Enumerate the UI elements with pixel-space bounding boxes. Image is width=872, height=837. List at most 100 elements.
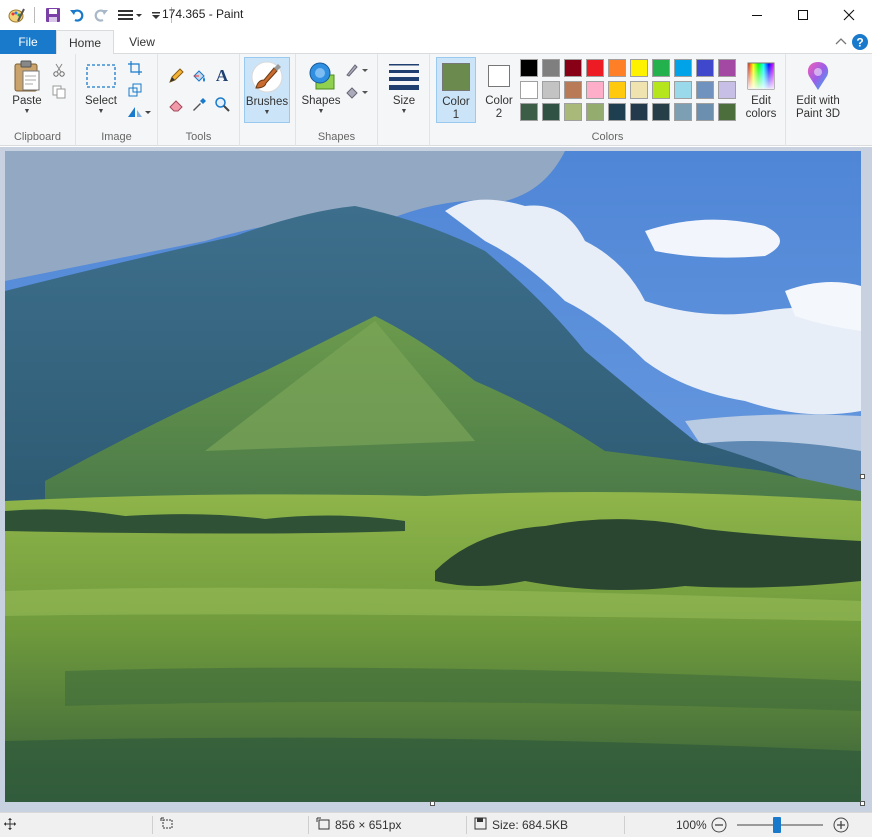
crop-icon[interactable]	[125, 58, 145, 78]
color2-label-2: 2	[495, 108, 503, 120]
drawing-canvas[interactable]	[5, 151, 861, 802]
palette-swatch[interactable]	[586, 59, 604, 77]
cursor-position	[4, 813, 16, 837]
pencil-icon[interactable]	[166, 66, 186, 86]
color2-button[interactable]: Color 2	[480, 57, 518, 123]
resize-icon[interactable]	[125, 80, 145, 100]
chevron-down-icon: ▼	[263, 109, 271, 116]
cut-icon[interactable]	[49, 60, 69, 80]
palette-swatch[interactable]	[520, 103, 538, 121]
palette-swatch[interactable]	[718, 103, 736, 121]
redo-icon[interactable]	[91, 5, 111, 25]
palette-swatch[interactable]	[652, 103, 670, 121]
tab-home[interactable]: Home	[56, 30, 114, 55]
color1-swatch	[442, 63, 470, 91]
palette-swatch[interactable]	[520, 81, 538, 99]
palette-swatch[interactable]	[696, 59, 714, 77]
palette-swatch[interactable]	[564, 81, 582, 99]
copy-icon[interactable]	[49, 82, 69, 102]
save-icon[interactable]	[43, 5, 63, 25]
svg-text:?: ?	[856, 36, 863, 50]
palette-swatch[interactable]	[652, 59, 670, 77]
palette-swatch[interactable]	[674, 81, 692, 99]
minimize-button[interactable]	[734, 0, 780, 30]
qat-dropdown-icon[interactable]	[149, 5, 163, 25]
resize-handle-bottom[interactable]	[430, 801, 435, 806]
palette-swatch[interactable]	[674, 103, 692, 121]
zoom-out-button[interactable]	[711, 813, 727, 837]
eraser-icon[interactable]	[166, 94, 186, 114]
palette-swatch[interactable]	[586, 103, 604, 121]
customize-toolbar-icon[interactable]	[115, 5, 145, 25]
select-icon	[85, 57, 117, 95]
tab-view[interactable]: View	[116, 30, 168, 54]
select-button[interactable]: Select ▼	[82, 57, 120, 116]
palette-swatch[interactable]	[674, 59, 692, 77]
palette-swatch[interactable]	[630, 81, 648, 99]
chevron-down-icon: ▼	[23, 108, 31, 115]
color-picker-icon[interactable]	[189, 94, 209, 114]
color-spectrum-icon	[746, 57, 776, 95]
window-controls	[734, 0, 872, 30]
palette-swatch[interactable]	[520, 59, 538, 77]
palette-swatch[interactable]	[608, 103, 626, 121]
fill-icon[interactable]	[344, 82, 370, 102]
palette-swatch[interactable]	[630, 59, 648, 77]
palette-swatch[interactable]	[542, 59, 560, 77]
shapes-label: Shapes	[301, 95, 341, 107]
palette-swatch[interactable]	[586, 81, 604, 99]
palette-swatch[interactable]	[564, 59, 582, 77]
palette-swatch[interactable]	[608, 81, 626, 99]
color2-label-1: Color	[485, 95, 513, 107]
rotate-icon[interactable]	[125, 102, 153, 122]
chevron-down-icon: ▼	[400, 108, 408, 115]
resize-handle-right[interactable]	[860, 474, 865, 479]
paint-app-icon[interactable]	[6, 5, 26, 25]
zoom-level: 100%	[676, 813, 707, 837]
image-dimensions: 856 × 651px	[316, 813, 401, 837]
undo-icon[interactable]	[67, 5, 87, 25]
color1-label-1: Color	[442, 96, 470, 108]
color1-button[interactable]: Color 1	[436, 57, 476, 123]
outline-icon[interactable]	[344, 60, 370, 80]
workspace	[0, 147, 872, 812]
color1-preview	[442, 58, 470, 96]
help-icon[interactable]: ?	[851, 33, 869, 51]
brush-icon	[250, 58, 284, 96]
edit-colors-button[interactable]: Edit colors	[740, 57, 782, 121]
move-cursor-icon	[4, 817, 16, 833]
selection-size	[160, 813, 174, 837]
palette-swatch[interactable]	[696, 103, 714, 121]
palette-swatch[interactable]	[696, 81, 714, 99]
shapes-button[interactable]: Shapes ▼	[300, 57, 342, 116]
fill-bucket-icon[interactable]	[189, 66, 209, 86]
group-brushes: Brushes ▼	[240, 54, 296, 146]
dimensions-text: 856 × 651px	[335, 818, 402, 832]
tab-file[interactable]: File	[0, 30, 56, 54]
palette-swatch[interactable]	[542, 81, 560, 99]
resize-handle-corner[interactable]	[860, 801, 865, 806]
palette-swatch[interactable]	[718, 81, 736, 99]
text-tool-icon[interactable]: A	[212, 66, 232, 86]
file-size-text: Size: 684.5KB	[492, 818, 569, 832]
palette-swatch[interactable]	[608, 59, 626, 77]
palette-swatch[interactable]	[718, 59, 736, 77]
collapse-ribbon-icon[interactable]	[832, 33, 850, 51]
palette-swatch[interactable]	[630, 103, 648, 121]
text-tool-glyph: A	[215, 66, 229, 85]
maximize-button[interactable]	[780, 0, 826, 30]
zoom-slider-thumb[interactable]	[773, 817, 782, 833]
palette-swatch[interactable]	[564, 103, 582, 121]
window-title: 174.365 - Paint	[162, 7, 244, 21]
edit-with-paint3d-button[interactable]: Edit with Paint 3D	[790, 57, 846, 121]
brushes-button[interactable]: Brushes ▼	[244, 57, 290, 123]
magnifier-icon[interactable]	[212, 94, 232, 114]
palette-swatch[interactable]	[542, 103, 560, 121]
size-button[interactable]: Size ▼	[384, 57, 424, 116]
edit-colors-label-1: Edit	[751, 95, 771, 107]
palette-swatch[interactable]	[652, 81, 670, 99]
zoom-in-button[interactable]	[833, 813, 849, 837]
zoom-text: 100%	[676, 818, 707, 832]
close-button[interactable]	[826, 0, 872, 30]
paste-button[interactable]: Paste ▼	[8, 57, 46, 116]
